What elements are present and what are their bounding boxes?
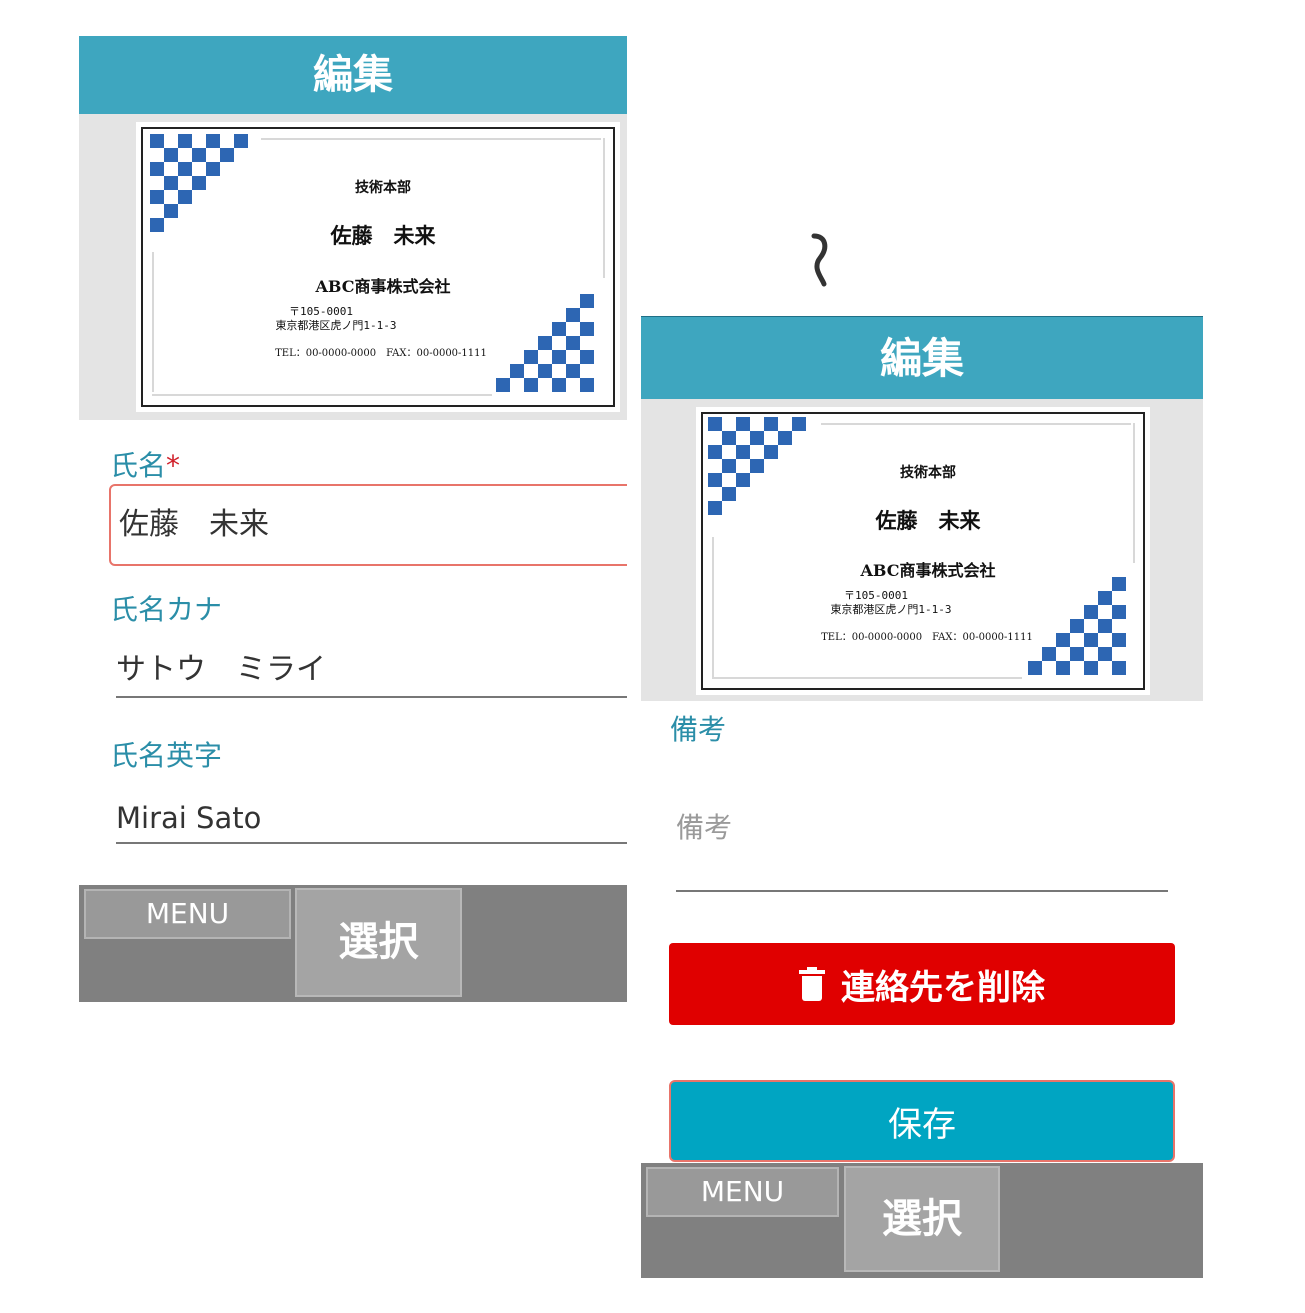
checker-square xyxy=(708,417,722,431)
checker-square xyxy=(1098,591,1112,605)
checker-square xyxy=(750,431,764,445)
squiggle-arrow-icon xyxy=(811,233,828,287)
checker-square xyxy=(764,417,778,431)
checker-square xyxy=(1084,661,1098,675)
checker-square xyxy=(164,148,178,162)
menu-button[interactable]: MENU xyxy=(84,889,291,939)
save-button[interactable]: 保存 xyxy=(669,1080,1175,1162)
checker-square xyxy=(1042,647,1056,661)
checker-square xyxy=(566,364,580,378)
card-inner-line xyxy=(261,138,601,140)
checker-square xyxy=(792,417,806,431)
delete-contact-label: 連絡先を削除 xyxy=(841,967,1045,1008)
checker-square xyxy=(764,445,778,459)
delete-contact-button[interactable]: 連絡先を削除 xyxy=(669,943,1175,1025)
business-card-area: 技術本部 佐藤 未来 ABC商事株式会社 〒105-0001 東京都港区虎ノ門1… xyxy=(641,399,1203,701)
checker-square xyxy=(552,322,566,336)
business-card-area: 技術本部 佐藤 未来 ABC商事株式会社 〒105-0001 東京都港区虎ノ門1… xyxy=(79,114,627,420)
bottom-bar: MENU 選択 xyxy=(641,1163,1203,1278)
card-company: ABC商事株式会社 xyxy=(860,561,996,580)
trash-icon xyxy=(799,967,825,1001)
notes-input[interactable]: 備考 xyxy=(676,796,1168,892)
checker-square xyxy=(1056,661,1070,675)
checker-square xyxy=(1028,661,1042,675)
card-person-name: 佐藤 未来 xyxy=(330,223,436,248)
checker-square xyxy=(164,204,178,218)
checker-square xyxy=(206,134,220,148)
select-button[interactable]: 選択 xyxy=(295,888,462,997)
card-contact: TEL：00-0000-0000 FAX：00-0000-1111 xyxy=(275,348,487,359)
checker-square xyxy=(234,134,248,148)
name-english-label: 氏名英字 xyxy=(110,739,223,772)
bottom-bar: MENU 選択 xyxy=(79,885,627,1002)
checker-square xyxy=(192,148,206,162)
card-inner-line xyxy=(821,423,1131,425)
card-address: 東京都港区虎ノ門1-1-3 xyxy=(275,319,397,332)
page-title: 編集 xyxy=(641,316,1203,399)
business-card-image[interactable]: 技術本部 佐藤 未来 ABC商事株式会社 〒105-0001 東京都港区虎ノ門1… xyxy=(696,407,1150,695)
checker-square xyxy=(566,308,580,322)
name-label: 氏名* xyxy=(110,444,180,484)
checker-square xyxy=(150,134,164,148)
business-card-image[interactable]: 技術本部 佐藤 未来 ABC商事株式会社 〒105-0001 東京都港区虎ノ門1… xyxy=(136,122,620,412)
notes-label: 備考 xyxy=(670,713,727,746)
checker-square xyxy=(524,378,538,392)
checker-square xyxy=(150,162,164,176)
card-department: 技術本部 xyxy=(355,180,411,196)
menu-button[interactable]: MENU xyxy=(646,1167,839,1217)
checker-square xyxy=(1112,605,1126,619)
checker-square xyxy=(1084,605,1098,619)
card-inner-line xyxy=(712,677,1022,679)
name-input[interactable]: 佐藤 未来 xyxy=(109,484,627,566)
checker-square xyxy=(736,445,750,459)
card-inner-line xyxy=(1133,423,1135,563)
card-person-name: 佐藤 未来 xyxy=(875,508,981,533)
checker-square xyxy=(580,322,594,336)
checker-square xyxy=(736,417,750,431)
select-button[interactable]: 選択 xyxy=(844,1166,1000,1272)
name-kana-label: 氏名カナ xyxy=(110,593,223,626)
checker-square xyxy=(580,378,594,392)
checker-square xyxy=(708,445,722,459)
checker-square xyxy=(1070,647,1084,661)
name-label-text: 氏名 xyxy=(110,449,167,482)
checker-square xyxy=(178,134,192,148)
checker-square xyxy=(1098,647,1112,661)
card-inner-line xyxy=(603,138,605,278)
checker-square xyxy=(538,364,552,378)
required-mark: * xyxy=(166,449,181,482)
checker-square xyxy=(1112,661,1126,675)
checker-square xyxy=(206,162,220,176)
edit-screen-bottom: 編集 技術本部 佐藤 未来 ABC商事株式会社 〒105-0001 東京都港区虎… xyxy=(641,316,1203,1278)
checker-square xyxy=(510,364,524,378)
card-contact: TEL：00-0000-0000 FAX：00-0000-1111 xyxy=(821,632,1033,643)
checker-square xyxy=(722,431,736,445)
card-department: 技術本部 xyxy=(900,465,956,481)
checker-square xyxy=(178,162,192,176)
checker-square xyxy=(722,487,736,501)
name-kana-input[interactable]: サトウ ミライ xyxy=(116,646,627,698)
card-company: ABC商事株式会社 xyxy=(315,277,451,296)
checker-square xyxy=(220,148,234,162)
card-inner-line xyxy=(152,394,492,396)
card-address: 東京都港区虎ノ門1-1-3 xyxy=(830,603,952,616)
checker-square xyxy=(496,378,510,392)
page-title: 編集 xyxy=(79,36,627,114)
checker-square xyxy=(778,431,792,445)
edit-screen-top: 編集 技術本部 佐藤 未来 ABC商事株式会社 〒105-0001 東京都港区虎… xyxy=(79,36,627,1002)
checker-square xyxy=(552,378,566,392)
name-english-input[interactable]: Mirai Sato xyxy=(116,794,627,844)
